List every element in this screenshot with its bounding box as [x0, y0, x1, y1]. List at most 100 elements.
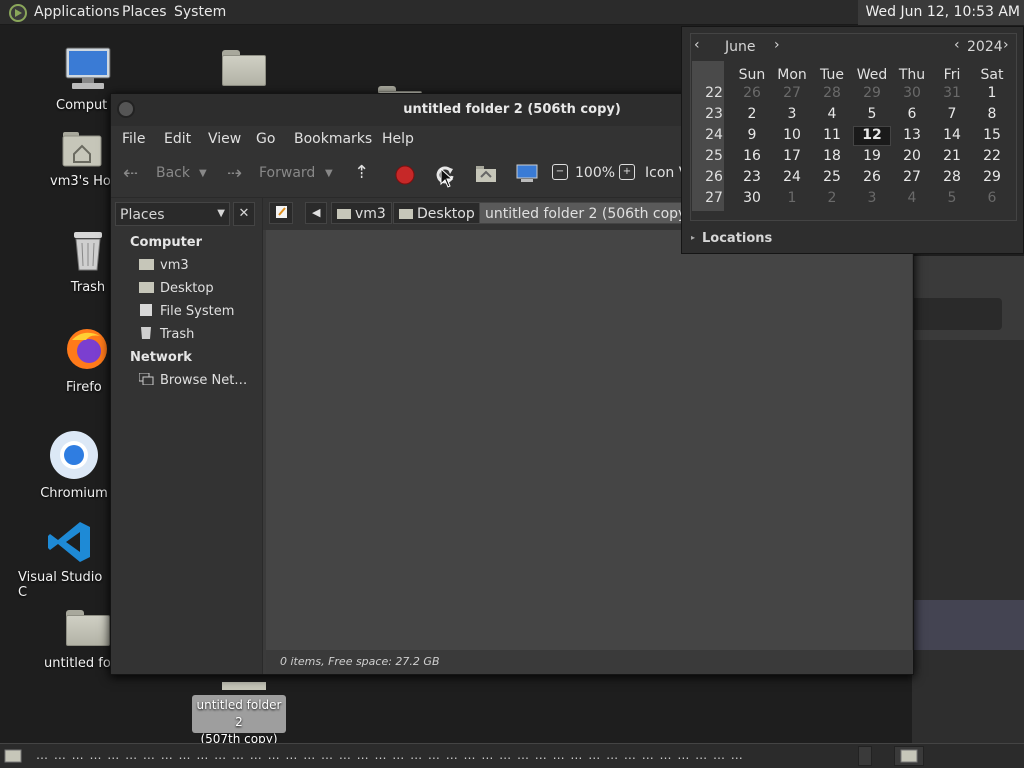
desktop-icon-untitled-folder[interactable]: untitled fo	[44, 610, 114, 671]
zoom-in-button[interactable]: +	[619, 164, 635, 180]
calendar-day[interactable]: 4	[892, 190, 932, 206]
calendar-day[interactable]: 3	[772, 106, 812, 122]
back-history-dropdown[interactable]: ▼	[199, 168, 207, 179]
calendar-day[interactable]: 15	[972, 127, 1012, 143]
computer-icon[interactable]	[516, 164, 538, 184]
home-icon[interactable]	[475, 165, 497, 183]
calendar-day[interactable]: 24	[772, 169, 812, 185]
calendar-day[interactable]: 27	[772, 85, 812, 101]
calendar-day[interactable]: 2	[812, 190, 852, 206]
prev-year-button[interactable]: ‹	[954, 37, 960, 53]
calendar-day[interactable]: 5	[932, 190, 972, 206]
calendar-day[interactable]: 23	[732, 169, 772, 185]
calendar-day[interactable]: 21	[932, 148, 972, 164]
sidebar-item-browse-network[interactable]: Browse Net…	[139, 373, 247, 388]
calendar-day[interactable]: 25	[812, 169, 852, 185]
sidebar-item-desktop[interactable]: Desktop	[139, 281, 214, 296]
calendar-day[interactable]: 16	[732, 148, 772, 164]
window-list[interactable]: … … … … … … … … … … … … … … … … … … … … …	[36, 748, 856, 766]
menu-applications[interactable]: Applications	[34, 4, 120, 20]
locations-expander[interactable]: Locations	[702, 231, 772, 246]
desktop-icon-vscode[interactable]: Visual Studio C	[18, 520, 114, 600]
calendar-day[interactable]: 3	[852, 190, 892, 206]
calendar-day[interactable]: 6	[892, 106, 932, 122]
calendar-day[interactable]: 8	[972, 106, 1012, 122]
calendar-day[interactable]: 17	[772, 148, 812, 164]
next-year-button[interactable]: ›	[1003, 37, 1009, 53]
chevron-down-icon: ▼	[217, 208, 225, 219]
edit-location-button[interactable]	[269, 202, 293, 224]
menu-bookmarks[interactable]: Bookmarks	[294, 131, 372, 147]
desktop-icon-chromium[interactable]: Chromium	[36, 430, 112, 501]
path-crumb-current[interactable]: untitled folder 2 (506th copy)	[479, 202, 698, 224]
calendar-day[interactable]: 11	[812, 127, 852, 143]
calendar-day[interactable]: 6	[972, 190, 1012, 206]
desktop-icon-home[interactable]: vm3's Ho	[50, 130, 114, 189]
zoom-out-button[interactable]: −	[552, 164, 568, 180]
calendar-day[interactable]: 28	[932, 169, 972, 185]
sidebar-item-trash[interactable]: Trash	[139, 327, 194, 342]
desktop-icon-trash[interactable]: Trash	[66, 230, 110, 295]
calendar-day[interactable]: 28	[812, 85, 852, 101]
file-view-area[interactable]	[266, 230, 912, 650]
menu-places[interactable]: Places	[122, 4, 167, 20]
menu-system[interactable]: System	[174, 4, 226, 20]
next-month-button[interactable]: ›	[774, 37, 780, 53]
top-panel: Applications Places System Wed Jun 12, 1…	[0, 0, 1024, 25]
computer-icon	[65, 47, 111, 89]
calendar-day[interactable]: 5	[852, 106, 892, 122]
expander-arrow-icon[interactable]: ▸	[691, 233, 695, 242]
calendar-day[interactable]: 12	[852, 127, 892, 143]
calendar-day[interactable]: 4	[812, 106, 852, 122]
calendar-day[interactable]: 1	[772, 190, 812, 206]
calendar-day[interactable]: 2	[732, 106, 772, 122]
calendar-day[interactable]: 26	[732, 85, 772, 101]
desktop-icon-firefox[interactable]: Firefo	[62, 326, 112, 395]
path-crumb-vm3[interactable]: vm3	[331, 202, 392, 224]
clock-applet[interactable]: Wed Jun 12, 10:53 AM	[857, 0, 1024, 25]
path-crumb-desktop[interactable]: Desktop	[393, 202, 481, 224]
menu-view[interactable]: View	[208, 131, 241, 147]
calendar-day[interactable]: 29	[972, 169, 1012, 185]
calendar-day[interactable]: 1	[972, 85, 1012, 101]
menu-go[interactable]: Go	[256, 131, 275, 147]
calendar-day[interactable]: 18	[812, 148, 852, 164]
calendar-day[interactable]: 20	[892, 148, 932, 164]
sidebar-close-button[interactable]: ✕	[233, 202, 255, 226]
calendar-day[interactable]: 27	[892, 169, 932, 185]
calendar-day[interactable]: 19	[852, 148, 892, 164]
window-close-button[interactable]	[117, 100, 135, 118]
calendar-day[interactable]: 30	[732, 190, 772, 206]
menu-file[interactable]: File	[122, 131, 145, 147]
sidebar-item-filesystem[interactable]: File System	[139, 304, 234, 319]
forward-history-dropdown[interactable]: ▼	[325, 168, 333, 179]
calendar-day[interactable]: 26	[852, 169, 892, 185]
calendar-day[interactable]: 10	[772, 127, 812, 143]
sidebar-item-vm3[interactable]: vm3	[139, 258, 189, 273]
prev-month-button[interactable]: ‹	[694, 37, 700, 53]
menu-help[interactable]: Help	[382, 131, 414, 147]
pencil-icon	[276, 206, 287, 218]
show-desktop-icon[interactable]	[4, 748, 22, 764]
calendar-day[interactable]: 13	[892, 127, 932, 143]
up-button[interactable]: ⇡	[354, 162, 369, 183]
tray-item[interactable]	[894, 746, 924, 766]
desktop-icon-label: vm3's Ho	[50, 174, 111, 189]
calendar-day[interactable]: 14	[932, 127, 972, 143]
folder-icon[interactable]	[222, 50, 266, 86]
back-button[interactable]: Back	[156, 165, 190, 181]
menu-edit[interactable]: Edit	[164, 131, 191, 147]
tray-item[interactable]	[858, 746, 872, 766]
calendar-day[interactable]: 9	[732, 127, 772, 143]
calendar-day[interactable]: 7	[932, 106, 972, 122]
sidebar-type-dropdown[interactable]: Places ▼	[115, 202, 230, 226]
calendar-day[interactable]: 22	[972, 148, 1012, 164]
calendar-month: June	[725, 39, 756, 55]
calendar-day[interactable]: 31	[932, 85, 972, 101]
stop-icon[interactable]	[395, 165, 415, 185]
calendar-day[interactable]: 30	[892, 85, 932, 101]
path-scroll-left-button[interactable]: ◀	[305, 202, 327, 224]
calendar-day[interactable]: 29	[852, 85, 892, 101]
desktop-icon-selected-label[interactable]: untitled folder 2 (507th copy)	[192, 695, 286, 746]
forward-button[interactable]: Forward	[259, 165, 315, 181]
